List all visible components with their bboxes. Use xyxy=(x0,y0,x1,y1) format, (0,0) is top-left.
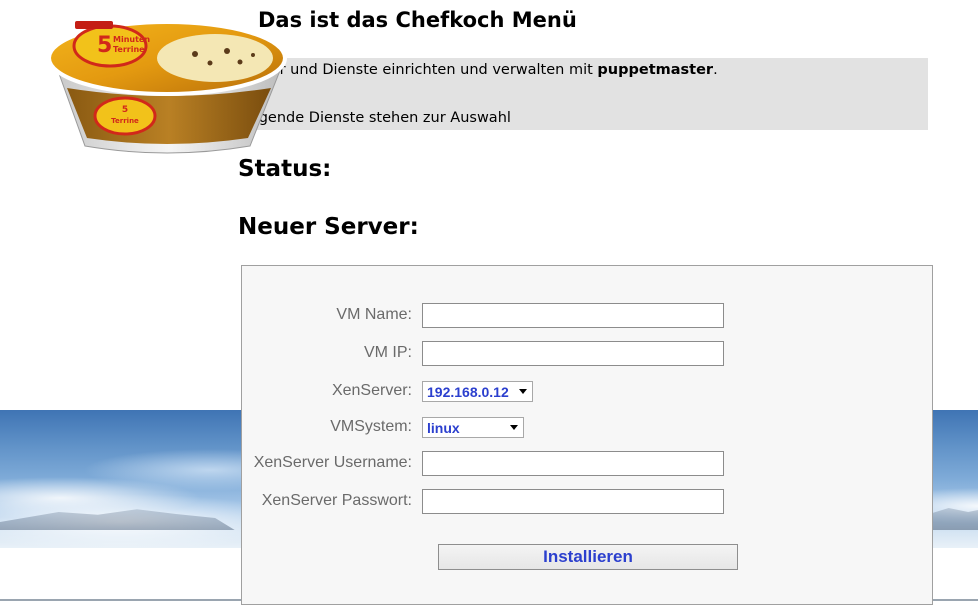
vm-name-input[interactable] xyxy=(422,303,724,328)
intro-text-line1: Server und Dienste einrichten und verwal… xyxy=(238,60,718,80)
svg-text:Terrine: Terrine xyxy=(111,117,139,125)
intro-puppetmaster: puppetmaster xyxy=(597,62,714,78)
xen-password-label: XenServer Passwort: xyxy=(261,492,412,509)
soup-cup-image: 5 Terrine 5 Minuten Terrine xyxy=(45,8,290,158)
xenserver-selected-value: 192.168.0.12 xyxy=(427,383,509,400)
intro-suffix: . xyxy=(713,62,718,78)
svg-text:Terrine: Terrine xyxy=(113,45,145,54)
status-heading: Status: xyxy=(238,156,332,182)
xen-username-input[interactable] xyxy=(422,451,724,476)
vmsystem-select[interactable]: linux xyxy=(422,417,524,438)
vm-name-label: VM Name: xyxy=(336,306,412,323)
vm-ip-input[interactable] xyxy=(422,341,724,366)
intro-box: Server und Dienste einrichten und verwal… xyxy=(238,58,928,130)
install-button[interactable]: Installieren xyxy=(438,544,738,570)
intro-prefix: Server und Dienste einrichten und verwal… xyxy=(238,62,598,78)
vmsystem-label: VMSystem: xyxy=(330,418,412,435)
svg-text:5: 5 xyxy=(97,33,112,58)
xen-username-label: XenServer Username: xyxy=(253,454,412,471)
svg-text:5: 5 xyxy=(122,105,128,115)
xen-password-input[interactable] xyxy=(422,489,724,514)
chevron-down-icon xyxy=(510,425,518,430)
chevron-down-icon xyxy=(519,389,527,394)
page-title: Das ist das Chefkoch Menü xyxy=(258,8,577,32)
new-server-heading: Neuer Server: xyxy=(238,214,419,240)
xenserver-label: XenServer: xyxy=(331,382,412,399)
new-server-form: VM Name: VM IP: XenServer: 192.168.0.12 … xyxy=(241,265,933,605)
svg-text:Minuten: Minuten xyxy=(113,35,150,44)
vmsystem-selected-value: linux xyxy=(427,419,460,436)
vm-ip-label: VM IP: xyxy=(363,344,412,361)
xenserver-select[interactable]: 192.168.0.12 xyxy=(422,381,533,402)
